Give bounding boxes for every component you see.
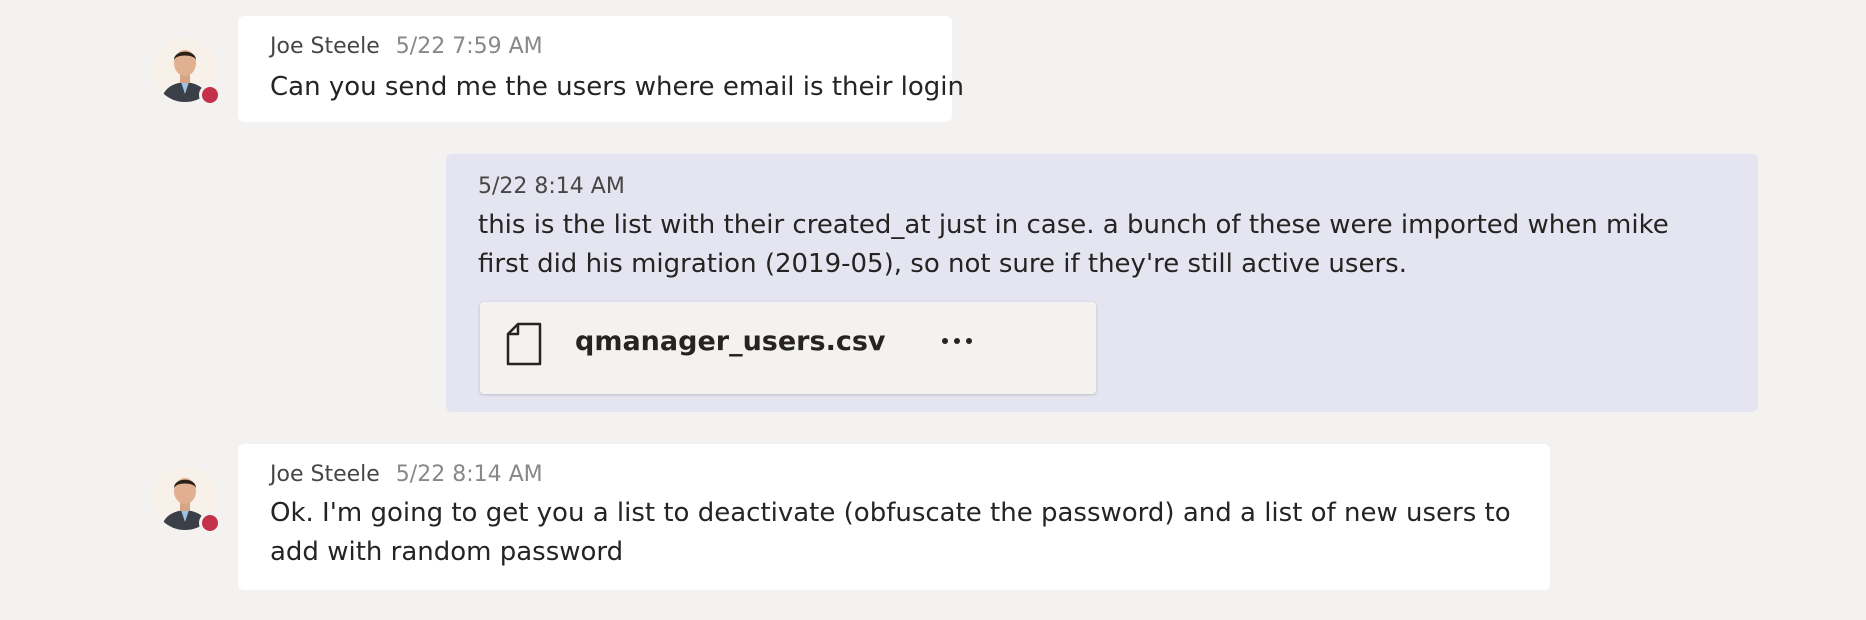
message-bubble: Joe Steele 5/22 8:14 AM Ok. I'm going to …: [238, 444, 1550, 590]
message-timestamp: 5/22 7:59 AM: [395, 34, 543, 59]
message-author[interactable]: Joe Steele: [270, 34, 380, 59]
file-name[interactable]: qmanager_users.csv: [575, 326, 886, 357]
avatar[interactable]: [153, 38, 221, 106]
message-timestamp: 5/22 8:14 AM: [395, 462, 543, 487]
message-text: this is the list with their created_at j…: [478, 210, 1669, 279]
more-options-icon[interactable]: [935, 326, 979, 356]
message-timestamp: 5/22 8:14 AM: [478, 174, 625, 199]
message-bubble-own: 5/22 8:14 AM this is the list with their…: [446, 154, 1758, 412]
message-text: Can you send me the users where email is…: [270, 72, 965, 102]
message-author[interactable]: Joe Steele: [270, 462, 380, 487]
message-text: Ok. I'm going to get you a list to deact…: [270, 498, 1511, 567]
message-bubble: Joe Steele 5/22 7:59 AM Can you send me t…: [238, 16, 964, 122]
file-attachment-card[interactable]: qmanager_users.csv: [480, 302, 1096, 394]
presence-busy-badge: [199, 512, 221, 534]
avatar[interactable]: [153, 466, 221, 534]
presence-busy-badge: [199, 84, 221, 106]
file-icon: [506, 322, 542, 366]
